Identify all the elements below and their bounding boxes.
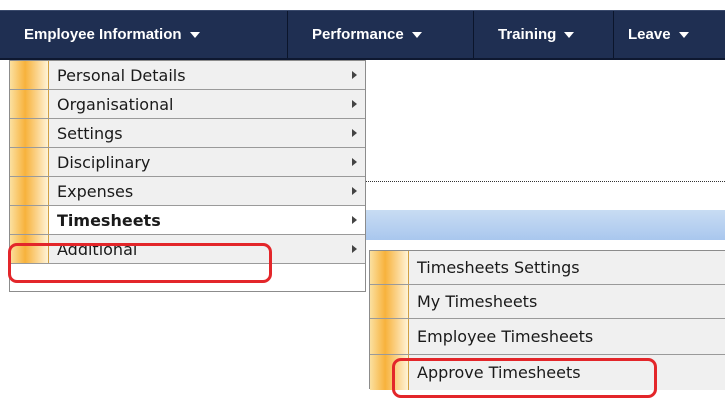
menu-item-disciplinary[interactable]: Disciplinary bbox=[10, 148, 365, 177]
timesheets-submenu: Timesheets Settings My Timesheets Employ… bbox=[369, 250, 725, 390]
menu-accent-bar bbox=[370, 285, 409, 318]
caret-down-icon bbox=[678, 31, 689, 38]
chevron-right-icon bbox=[352, 245, 357, 253]
menu-accent-bar bbox=[10, 235, 49, 263]
menu-item-label: Organisational bbox=[57, 94, 174, 114]
chevron-right-icon bbox=[352, 216, 357, 224]
nav-training[interactable]: Training bbox=[474, 11, 614, 58]
nav-label: Performance bbox=[312, 26, 404, 43]
menu-item-settings[interactable]: Settings bbox=[10, 119, 365, 148]
chevron-right-icon bbox=[352, 71, 357, 79]
menu-accent-bar bbox=[10, 61, 49, 89]
nav-employee-information[interactable]: Employee Information bbox=[0, 11, 288, 58]
page-header-band bbox=[365, 210, 725, 240]
menu-accent-bar bbox=[370, 319, 409, 354]
menu-item-organisational[interactable]: Organisational bbox=[10, 90, 365, 119]
nav-label: Training bbox=[498, 26, 557, 43]
menu-item-label: Timesheets bbox=[57, 210, 161, 230]
menu-accent-bar bbox=[10, 148, 49, 176]
menu-item-personal-details[interactable]: Personal Details bbox=[10, 61, 365, 90]
employee-information-menu: Personal Details Organisational Settings… bbox=[9, 60, 366, 292]
submenu-item-label: Timesheets Settings bbox=[417, 258, 580, 277]
menu-item-label: Settings bbox=[57, 123, 123, 143]
menu-item-additional[interactable]: Additional bbox=[10, 235, 365, 264]
submenu-item-label: Employee Timesheets bbox=[417, 327, 594, 346]
menu-item-timesheets[interactable]: Timesheets bbox=[10, 206, 365, 235]
menu-accent-bar bbox=[10, 119, 49, 147]
submenu-item-employee-timesheets[interactable]: Employee Timesheets bbox=[370, 319, 725, 355]
caret-down-icon bbox=[189, 31, 200, 38]
menu-accent-bar bbox=[10, 206, 49, 234]
menu-item-label: Expenses bbox=[57, 181, 134, 201]
submenu-item-label: Approve Timesheets bbox=[417, 363, 581, 382]
menu-accent-bar bbox=[370, 251, 409, 284]
chevron-right-icon bbox=[352, 100, 357, 108]
nav-label: Leave bbox=[628, 26, 671, 43]
page-divider bbox=[365, 181, 725, 182]
submenu-item-my-timesheets[interactable]: My Timesheets bbox=[370, 285, 725, 319]
submenu-item-approve-timesheets[interactable]: Approve Timesheets bbox=[370, 355, 725, 390]
chevron-right-icon bbox=[352, 129, 357, 137]
nav-label: Employee Information bbox=[24, 26, 182, 43]
menu-accent-bar bbox=[370, 355, 409, 390]
menu-accent-bar bbox=[10, 90, 49, 118]
menu-item-label: Additional bbox=[57, 239, 138, 259]
nav-leave[interactable]: Leave bbox=[614, 11, 725, 58]
chevron-right-icon bbox=[352, 158, 357, 166]
submenu-item-timesheets-settings[interactable]: Timesheets Settings bbox=[370, 251, 725, 285]
menu-accent-bar bbox=[10, 177, 49, 205]
chevron-right-icon bbox=[352, 187, 357, 195]
menu-item-expenses[interactable]: Expenses bbox=[10, 177, 365, 206]
top-nav-bar: Employee Information Performance Trainin… bbox=[0, 10, 725, 60]
caret-down-icon bbox=[564, 31, 575, 38]
submenu-item-label: My Timesheets bbox=[417, 292, 538, 311]
menu-item-label: Personal Details bbox=[57, 65, 186, 85]
caret-down-icon bbox=[411, 31, 422, 38]
menu-item-label: Disciplinary bbox=[57, 152, 151, 172]
nav-performance[interactable]: Performance bbox=[288, 11, 474, 58]
